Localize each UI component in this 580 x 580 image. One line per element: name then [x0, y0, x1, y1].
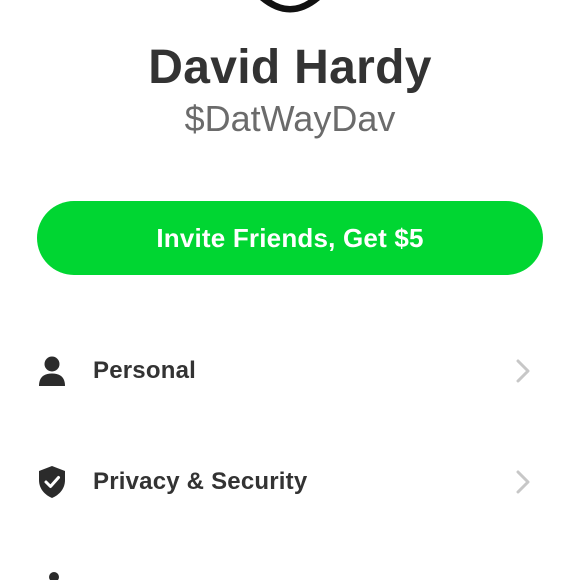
shield-check-icon: [37, 465, 67, 499]
cashtag: $DatWayDav: [184, 98, 396, 139]
avatar-image: [258, 0, 322, 14]
invite-friends-button[interactable]: Invite Friends, Get $5: [37, 201, 543, 275]
person-icon: [37, 354, 67, 388]
next-menu-item-icon: [49, 572, 59, 580]
chevron-right-icon: [514, 358, 532, 384]
menu-item-privacy-security[interactable]: Privacy & Security: [0, 442, 580, 522]
menu-item-personal[interactable]: Personal: [0, 331, 580, 411]
avatar[interactable]: [248, 0, 332, 14]
chevron-right-icon: [514, 469, 532, 495]
menu-item-label: Personal: [93, 357, 196, 384]
menu-item-label: Privacy & Security: [93, 468, 308, 495]
profile-name: David Hardy: [148, 41, 432, 94]
